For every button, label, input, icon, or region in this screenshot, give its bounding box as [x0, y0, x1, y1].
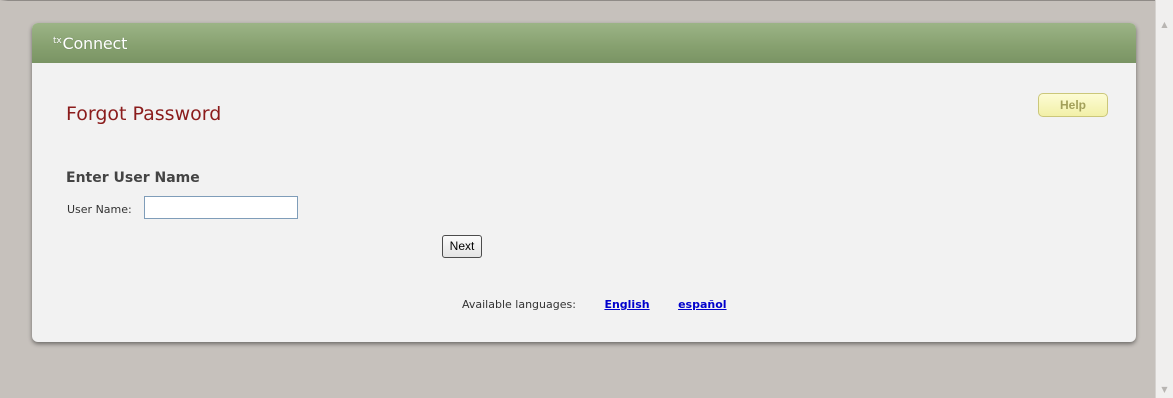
- language-link-english[interactable]: English: [604, 298, 649, 311]
- section-heading: Enter User Name: [66, 170, 200, 186]
- vertical-scrollbar[interactable]: ▲ ▼: [1155, 0, 1173, 398]
- username-input[interactable]: [144, 196, 298, 219]
- help-button[interactable]: Help: [1038, 93, 1108, 117]
- panel-header: txConnect: [32, 23, 1136, 63]
- scroll-down-arrow-icon[interactable]: ▼: [1160, 385, 1169, 394]
- username-label: User Name:: [67, 203, 132, 216]
- forgot-password-panel: txConnect Forgot Password Help Enter Use…: [32, 23, 1136, 342]
- next-button[interactable]: Next: [442, 235, 482, 258]
- language-link-espanol[interactable]: español: [678, 298, 726, 311]
- language-selector: Available languages: English español: [462, 298, 727, 311]
- scroll-up-arrow-icon[interactable]: ▲: [1160, 20, 1169, 29]
- brand-prefix: tx: [53, 36, 62, 46]
- brand-name: Connect: [62, 34, 128, 53]
- page-title: Forgot Password: [66, 103, 222, 125]
- brand-logo: txConnect: [53, 34, 127, 53]
- languages-label: Available languages:: [462, 298, 576, 311]
